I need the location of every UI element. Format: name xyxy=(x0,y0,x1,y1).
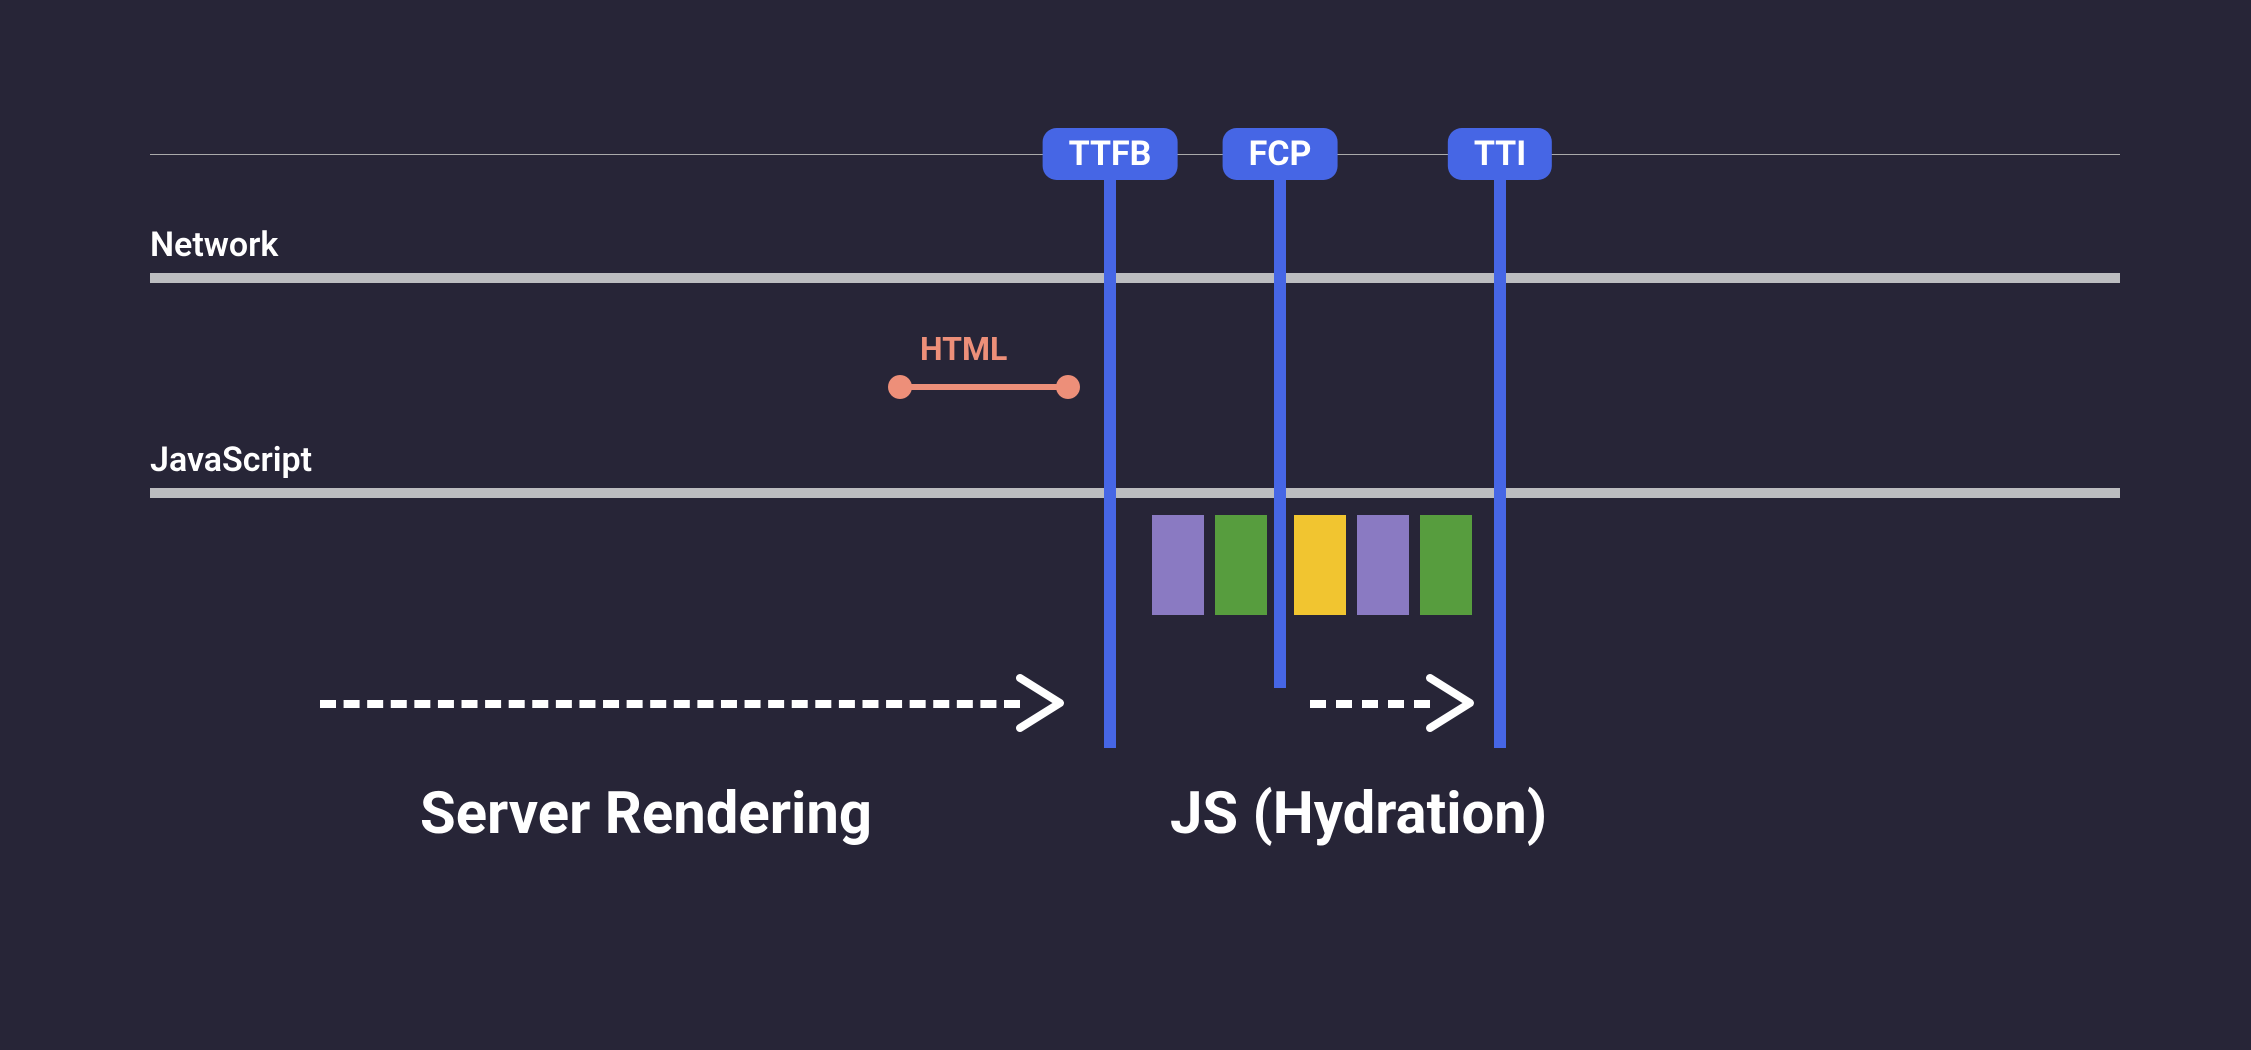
badge-ttfb: TTFB xyxy=(1043,128,1178,180)
badge-fcp: FCP xyxy=(1223,128,1338,180)
vline-tti xyxy=(1494,178,1506,748)
lane-network-divider xyxy=(150,273,2120,283)
task-block-1 xyxy=(1152,515,1204,615)
task-block-4 xyxy=(1357,515,1409,615)
arrow-server-rendering xyxy=(320,700,1020,708)
vline-fcp xyxy=(1274,178,1286,688)
vline-ttfb xyxy=(1104,178,1116,748)
task-block-5 xyxy=(1420,515,1472,615)
html-segment-bar xyxy=(900,384,1068,390)
arrow-js-hydration-head xyxy=(1420,668,1490,738)
lane-network-label: Network xyxy=(150,225,278,265)
html-segment-start-dot xyxy=(888,375,912,399)
task-block-3 xyxy=(1294,515,1346,615)
arrow-js-hydration xyxy=(1310,700,1430,708)
html-segment-end-dot xyxy=(1056,375,1080,399)
html-segment-label: HTML xyxy=(920,330,1007,368)
arrow-server-rendering-head xyxy=(1010,668,1080,738)
lane-javascript-divider xyxy=(150,488,2120,498)
phase-js-hydration-label: JS (Hydration) xyxy=(1170,780,1547,848)
task-block-2 xyxy=(1215,515,1267,615)
lane-javascript-label: JavaScript xyxy=(150,440,312,480)
phase-server-rendering-label: Server Rendering xyxy=(420,780,872,848)
badge-tti: TTI xyxy=(1448,128,1552,180)
